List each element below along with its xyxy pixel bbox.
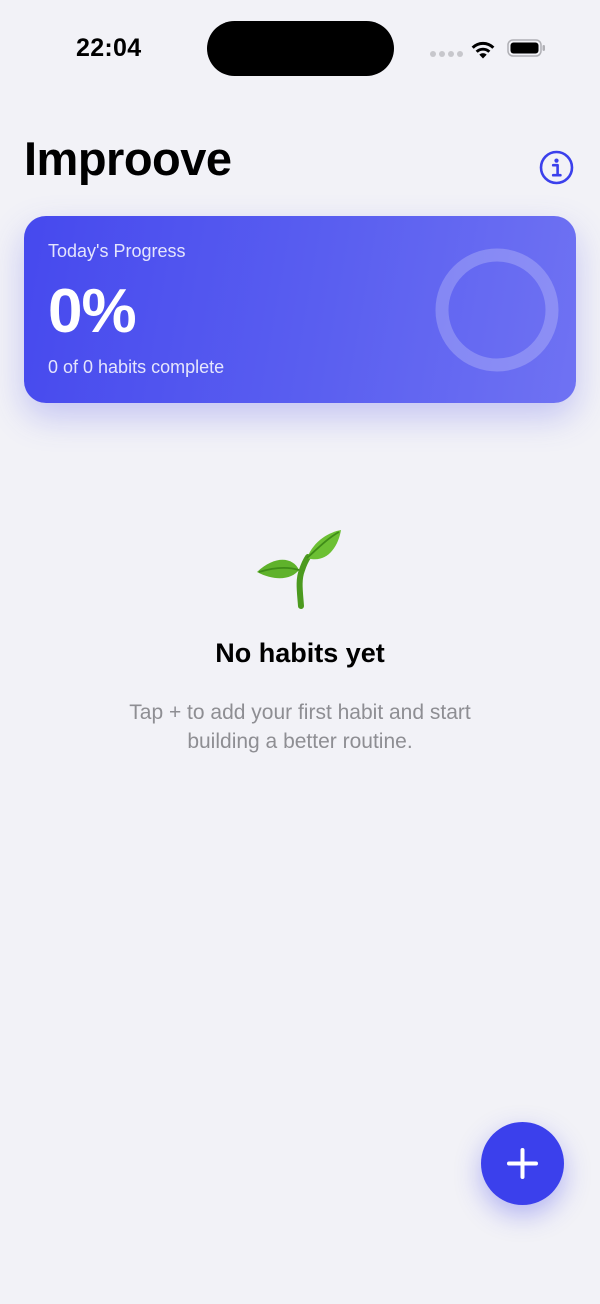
status-time: 22:04 [76,34,142,62]
progress-card: Today's Progress 0% 0 of 0 habits comple… [24,216,576,403]
seedling-icon [257,530,341,609]
add-habit-button[interactable] [481,1122,564,1205]
status-bar: 22:04 [0,0,600,96]
progress-label: Today's Progress [48,241,186,261]
empty-state-title: No habits yet [215,638,385,668]
progress-ring-track [435,248,559,372]
info-circle-icon[interactable] [539,150,574,185]
cellular-signal-icon [430,51,463,57]
empty-state-message: Tap + to add your first habit and start … [129,701,471,753]
wifi-icon [471,41,495,59]
app-screen: 22:04 Improove Today's Progress 0% 0 of … [0,0,600,1304]
progress-count: 0 of 0 habits complete [48,357,225,377]
dynamic-island [207,21,394,76]
battery-icon [507,39,545,57]
progress-percent: 0% [48,277,137,346]
app-title: Improove [24,132,232,185]
plus-icon [507,1148,538,1179]
progress-ring [435,248,559,372]
